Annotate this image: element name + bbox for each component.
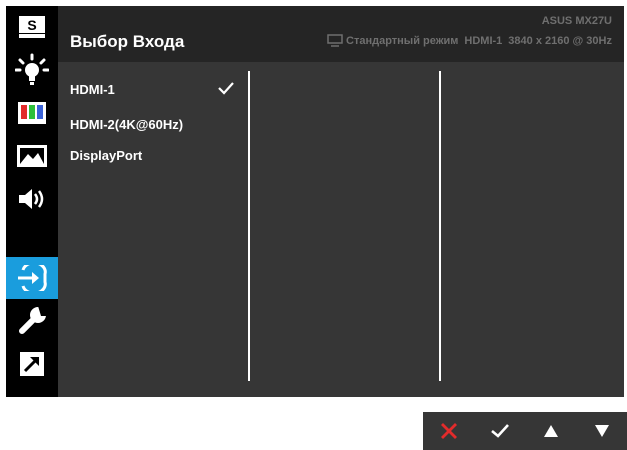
column-divider xyxy=(248,71,250,381)
close-button[interactable] xyxy=(423,412,474,450)
osd-window: S Выбор Входа ASUS MX27U Стандартный реж… xyxy=(6,6,624,397)
sidebar-item-brightness[interactable] xyxy=(6,49,58,91)
menu-item-hdmi-1[interactable]: HDMI-1 xyxy=(70,82,115,97)
column-divider xyxy=(439,71,441,381)
image-icon xyxy=(17,145,47,167)
shortcut-icon xyxy=(20,352,44,376)
status-line: Стандартный режим HDMI-1 3840 x 2160 @ 3… xyxy=(327,34,612,47)
sound-icon xyxy=(19,189,44,209)
model-name: ASUS MX27U xyxy=(541,15,612,27)
up-button[interactable] xyxy=(525,412,576,450)
splendid-icon: S xyxy=(19,16,45,38)
sidebar: S xyxy=(6,6,58,397)
monitor-icon xyxy=(327,34,343,47)
sidebar-item-shortcut[interactable] xyxy=(6,343,58,385)
input-select-icon xyxy=(18,265,47,291)
check-icon xyxy=(490,424,509,438)
control-bar xyxy=(423,412,627,450)
up-arrow-icon xyxy=(543,425,558,437)
status-resolution: 3840 x 2160 @ 30Hz xyxy=(508,34,612,47)
color-icon xyxy=(18,102,46,124)
status-mode: Стандартный режим xyxy=(346,34,459,47)
sidebar-item-system-setup[interactable] xyxy=(6,300,58,342)
sidebar-item-splendid[interactable]: S xyxy=(6,6,58,48)
close-icon xyxy=(440,423,457,439)
down-arrow-icon xyxy=(594,425,609,437)
sidebar-item-color[interactable] xyxy=(6,92,58,134)
menu-item-hdmi-2[interactable]: HDMI-2(4K@60Hz) xyxy=(70,117,183,132)
status-input: HDMI-1 xyxy=(464,34,503,47)
brightness-icon xyxy=(15,53,49,85)
main-panel: Выбор Входа ASUS MX27U Стандартный режим… xyxy=(58,6,624,397)
page-title: Выбор Входа xyxy=(70,32,185,51)
sidebar-item-sound[interactable] xyxy=(6,178,58,220)
menu-item-displayport[interactable]: DisplayPort xyxy=(70,148,142,163)
header: Выбор Входа ASUS MX27U Стандартный режим… xyxy=(58,6,624,62)
sidebar-item-image[interactable] xyxy=(6,135,58,177)
down-button[interactable] xyxy=(576,412,627,450)
confirm-button[interactable] xyxy=(474,412,525,450)
sidebar-item-input-select[interactable] xyxy=(6,257,58,299)
svg-text:S: S xyxy=(27,17,36,33)
wrench-icon xyxy=(19,306,47,334)
selected-check-icon xyxy=(218,82,234,95)
